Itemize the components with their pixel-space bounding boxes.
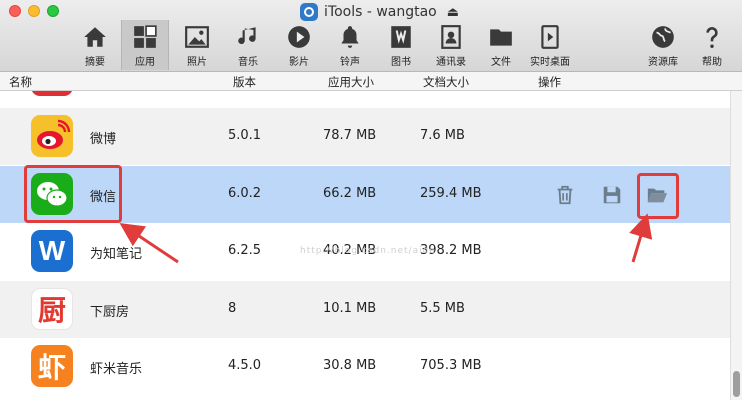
- toolbar-label: 图书: [391, 57, 411, 68]
- contacts-icon: [441, 25, 461, 49]
- column-header-name[interactable]: 名称: [9, 74, 32, 90]
- table-row[interactable]: 微博 5.0.1 78.7 MB 7.6 MB: [0, 108, 730, 165]
- toolbar-label: 音乐: [238, 57, 258, 68]
- doc-size: 7.6 MB: [420, 128, 465, 143]
- play-icon: [288, 26, 310, 48]
- column-header-version[interactable]: 版本: [233, 74, 256, 90]
- toolbar-label: 通讯录: [436, 57, 466, 68]
- toolbar-label: 铃声: [340, 57, 360, 68]
- app-icon: [31, 91, 73, 96]
- doc-size: 705.3 MB: [420, 358, 482, 373]
- backup-app-button[interactable]: [597, 180, 627, 210]
- annotation-highlight-folder: [637, 173, 679, 219]
- column-header-actions: 操作: [538, 75, 561, 89]
- delete-app-button[interactable]: [550, 180, 580, 210]
- music-note-icon: [238, 27, 256, 45]
- close-window-button[interactable]: [9, 5, 21, 17]
- itools-app-icon: [300, 3, 318, 21]
- column-header-app-size[interactable]: 应用大小: [328, 74, 374, 90]
- xiachufang-app-icon: 厨: [31, 288, 73, 330]
- photo-icon: [185, 26, 209, 48]
- doc-size: 259.4 MB: [420, 186, 482, 201]
- toolbar-summary[interactable]: 摘要: [71, 20, 119, 70]
- itools-window: iTools - wangtao ⏏ 摘要 应用 照片 音乐 影片 铃声 图书 …: [0, 0, 742, 400]
- vertical-scrollbar[interactable]: [730, 91, 742, 400]
- app-version: 4.5.0: [228, 358, 262, 373]
- app-icon-glyph: W: [38, 235, 66, 266]
- app-name: 为知笔记: [90, 247, 143, 262]
- app-version: 6.0.2: [228, 186, 262, 201]
- app-name: 虾米音乐: [90, 362, 143, 377]
- question-mark-icon: [706, 27, 718, 48]
- toolbar-books[interactable]: 图书: [377, 20, 425, 70]
- annotation-highlight-wechat: [24, 165, 122, 223]
- toolbar-label: 影片: [289, 57, 309, 68]
- home-icon: [84, 27, 106, 47]
- minimize-window-button[interactable]: [28, 5, 40, 17]
- toolbar: iTools - wangtao ⏏ 摘要 应用 照片 音乐 影片 铃声 图书 …: [0, 0, 742, 72]
- toolbar-label: 应用: [135, 57, 155, 68]
- toolbar-music[interactable]: 音乐: [224, 20, 272, 70]
- app-icon-glyph: 厨: [37, 294, 66, 327]
- eject-icon[interactable]: ⏏: [447, 5, 459, 20]
- toolbar-label: 资源库: [648, 57, 678, 68]
- toolbar-movies[interactable]: 影片: [275, 20, 323, 70]
- zoom-window-button[interactable]: [47, 5, 59, 17]
- toolbar-label: 帮助: [702, 57, 722, 68]
- app-size: 78.7 MB: [323, 128, 377, 143]
- app-version: 5.0.1: [228, 128, 262, 143]
- toolbar-contacts[interactable]: 通讯录: [427, 20, 475, 70]
- toolbar-label: 文件: [491, 57, 511, 68]
- app-size: 66.2 MB: [323, 186, 377, 201]
- trash-icon: [557, 185, 573, 205]
- app-name: 下厨房: [90, 305, 130, 320]
- app-version: 8: [228, 301, 237, 316]
- toolbar-help[interactable]: 帮助: [688, 20, 736, 70]
- xiami-music-app-icon: 虾: [31, 345, 73, 387]
- toolbar-label: 摘要: [85, 57, 105, 68]
- apps-grid-icon: [134, 25, 157, 48]
- globe-icon: [652, 26, 674, 48]
- weibo-app-icon: [31, 115, 73, 157]
- save-icon: [603, 186, 621, 204]
- app-icon-glyph: 虾: [37, 351, 66, 384]
- book-icon: [391, 26, 411, 48]
- toolbar-label: 照片: [187, 57, 207, 68]
- watermark: http://blog.csdn.net/aide: [300, 246, 436, 256]
- toolbar-photos[interactable]: 照片: [173, 20, 221, 70]
- column-header-doc-size[interactable]: 文档大小: [423, 74, 469, 90]
- toolbar-files[interactable]: 文件: [477, 20, 525, 70]
- table-row[interactable]: 虾 虾米音乐 4.5.0 30.8 MB 705.3 MB: [0, 338, 730, 395]
- toolbar-library[interactable]: 资源库: [639, 20, 687, 70]
- toolbar-ringtones[interactable]: 铃声: [326, 20, 374, 70]
- app-name: 微博: [90, 132, 117, 147]
- toolbar-live-desktop[interactable]: 实时桌面: [526, 20, 574, 70]
- toolbar-label: 实时桌面: [530, 57, 570, 68]
- window-title-text: iTools - wangtao: [324, 4, 437, 20]
- toolbar-apps[interactable]: 应用: [121, 20, 169, 70]
- wiz-note-app-icon: W: [31, 230, 73, 272]
- table-row[interactable]: [0, 91, 730, 108]
- folder-icon: [490, 29, 512, 46]
- table-row[interactable]: 厨 下厨房 8 10.1 MB 5.5 MB: [0, 281, 730, 338]
- doc-size: 5.5 MB: [420, 301, 465, 316]
- live-desktop-icon: [541, 25, 559, 49]
- app-version: 6.2.5: [228, 243, 262, 258]
- bell-icon: [341, 26, 359, 48]
- table-header: 名称 版本 应用大小 文档大小 操作: [0, 72, 742, 91]
- app-size: 30.8 MB: [323, 358, 377, 373]
- app-size: 10.1 MB: [323, 301, 377, 316]
- scrollbar-thumb[interactable]: [733, 371, 740, 397]
- window-title: iTools - wangtao ⏏: [300, 2, 459, 22]
